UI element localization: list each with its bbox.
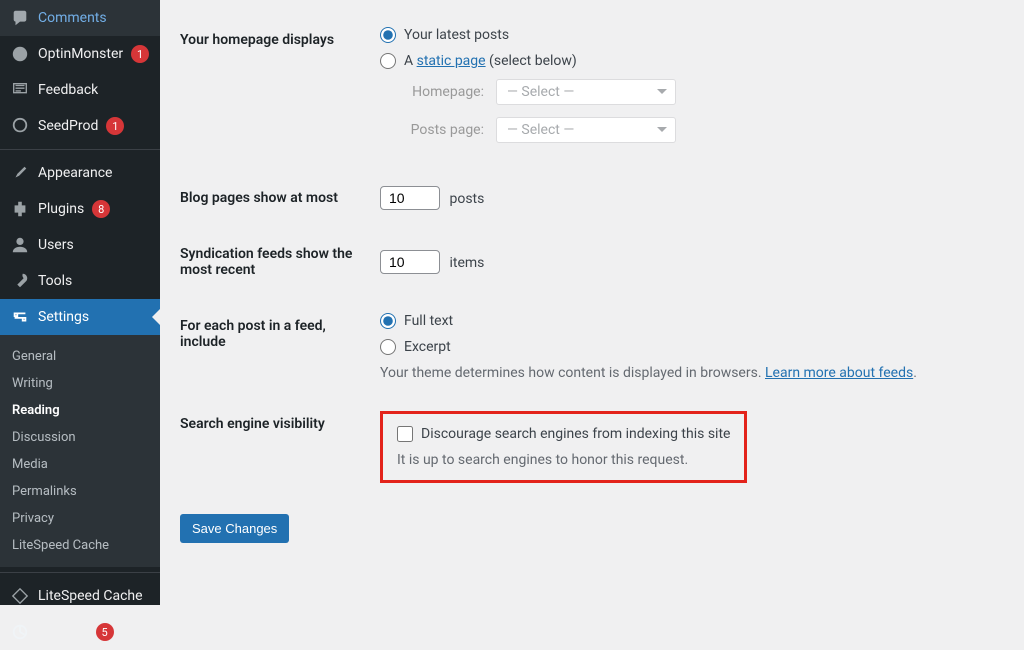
settings-content: Your homepage displays Your latest posts…: [160, 0, 1024, 605]
sidebar-item-label: Settings: [38, 309, 89, 325]
settings-icon: [10, 307, 30, 327]
homepage-latest-posts-radio[interactable]: [380, 27, 396, 43]
sidebar-item-feedback[interactable]: Feedback: [0, 72, 160, 108]
sidebar-item-settings[interactable]: Settings: [0, 299, 160, 335]
submenu-privacy[interactable]: Privacy: [0, 505, 160, 532]
feed-description: Your theme determines how content is dis…: [380, 365, 1004, 381]
discourage-search-label: Discourage search engines from indexing …: [421, 426, 730, 442]
feed-full-text-label: Full text: [404, 313, 453, 329]
homepage-static-page-label: A static page (select below): [404, 53, 577, 69]
feed-full-text-radio[interactable]: [380, 313, 396, 329]
blog-pages-unit: posts: [449, 191, 484, 207]
admin-sidebar: Comments OptinMonster 1 Feedback SeedPro…: [0, 0, 160, 605]
sidebar-item-label: SeedProd: [38, 118, 98, 134]
homepage-displays-label: Your homepage displays: [180, 12, 380, 170]
user-icon: [10, 235, 30, 255]
sidebar-item-appearance[interactable]: Appearance: [0, 155, 160, 191]
sidebar-item-tools[interactable]: Tools: [0, 263, 160, 299]
update-badge: 8: [92, 200, 110, 218]
brush-icon: [10, 163, 30, 183]
static-page-link[interactable]: static page: [417, 53, 486, 69]
learn-more-feeds-link[interactable]: Learn more about feeds: [765, 365, 913, 381]
sidebar-item-litespeed-cache[interactable]: LiteSpeed Cache: [0, 578, 160, 614]
sidebar-item-seedprod[interactable]: SeedProd 1: [0, 108, 160, 144]
save-changes-button[interactable]: Save Changes: [180, 514, 289, 543]
sidebar-item-comments[interactable]: Comments: [0, 0, 160, 36]
syndication-input[interactable]: [380, 250, 440, 274]
settings-submenu: General Writing Reading Discussion Media…: [0, 335, 160, 567]
litespeed-icon: [10, 586, 30, 606]
sidebar-item-optinmonster[interactable]: OptinMonster 1: [0, 36, 160, 72]
search-visibility-description: It is up to search engines to honor this…: [397, 452, 730, 468]
sidebar-item-plugins[interactable]: Plugins 8: [0, 191, 160, 227]
sidebar-item-label: Appearance: [38, 165, 112, 181]
submenu-general[interactable]: General: [0, 343, 160, 370]
syndication-unit: items: [449, 255, 484, 271]
feed-include-label: For each post in a feed, include: [180, 298, 380, 396]
syndication-label: Syndication feeds show the most recent: [180, 226, 380, 298]
submenu-reading[interactable]: Reading: [0, 397, 160, 424]
posts-page-select-label: Posts page:: [404, 122, 484, 138]
sidebar-item-label: Tools: [38, 273, 72, 289]
feedback-icon: [10, 80, 30, 100]
seedprod-icon: [10, 116, 30, 136]
sidebar-item-users[interactable]: Users: [0, 227, 160, 263]
blog-pages-input[interactable]: [380, 186, 440, 210]
feed-excerpt-radio[interactable]: [380, 339, 396, 355]
comment-icon: [10, 8, 30, 28]
homepage-latest-posts-label: Your latest posts: [404, 27, 509, 43]
update-badge: 5: [96, 623, 114, 641]
update-badge: 1: [106, 117, 124, 135]
submenu-media[interactable]: Media: [0, 451, 160, 478]
homepage-select[interactable]: — Select —: [496, 79, 676, 105]
reading-settings-form: Your homepage displays Your latest posts…: [180, 12, 1004, 498]
search-visibility-highlight: Discourage search engines from indexing …: [380, 411, 747, 483]
submenu-writing[interactable]: Writing: [0, 370, 160, 397]
homepage-static-page-radio[interactable]: [380, 53, 396, 69]
sidebar-item-label: Insights: [38, 624, 88, 640]
sidebar-item-label: Plugins: [38, 201, 84, 217]
blog-pages-label: Blog pages show at most: [180, 170, 380, 226]
plugin-icon: [10, 199, 30, 219]
submenu-permalinks[interactable]: Permalinks: [0, 478, 160, 505]
sidebar-item-label: OptinMonster: [38, 46, 123, 62]
update-badge: 1: [131, 45, 149, 63]
discourage-search-checkbox[interactable]: [397, 426, 413, 442]
homepage-select-label: Homepage:: [404, 84, 484, 100]
sidebar-item-label: Users: [38, 237, 74, 253]
wrench-icon: [10, 271, 30, 291]
posts-page-select[interactable]: — Select —: [496, 117, 676, 143]
feed-excerpt-label: Excerpt: [404, 339, 451, 355]
sidebar-divider: [0, 149, 160, 150]
submenu-discussion[interactable]: Discussion: [0, 424, 160, 451]
sidebar-divider: [0, 572, 160, 573]
sidebar-item-label: Comments: [38, 10, 107, 26]
insights-icon: [10, 622, 30, 642]
optinmonster-icon: [10, 44, 30, 64]
submenu-litespeed[interactable]: LiteSpeed Cache: [0, 532, 160, 559]
sidebar-item-label: LiteSpeed Cache: [38, 588, 143, 604]
search-visibility-label: Search engine visibility: [180, 396, 380, 498]
sidebar-item-label: Feedback: [38, 82, 98, 98]
sidebar-item-insights[interactable]: Insights 5: [0, 614, 160, 650]
